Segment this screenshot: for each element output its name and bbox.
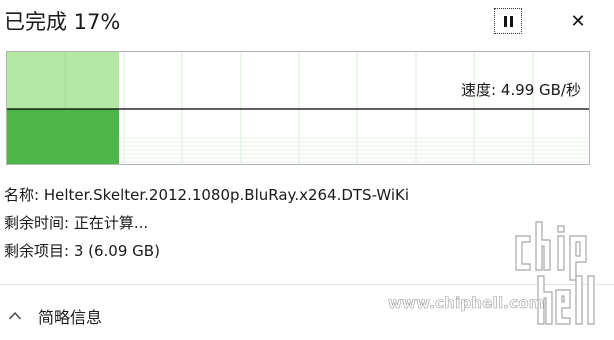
close-button[interactable]: ✕ (566, 9, 590, 33)
progress-fill-upper (7, 52, 119, 109)
items-remaining-label: 剩余项目: 3 (6.09 GB) (4, 242, 160, 260)
chiphell-watermark-logo (515, 221, 595, 325)
speed-label: 速度: 4.99 GB/秒 (461, 81, 581, 99)
speed-graph-canvas (7, 52, 589, 164)
fewer-details-label: 简略信息 (38, 308, 103, 327)
progress-fill-lower (7, 109, 119, 164)
pause-button[interactable] (494, 8, 522, 34)
transfer-speed-graph: 速度: 4.99 GB/秒 (6, 51, 590, 165)
fewer-details-toggle[interactable]: 简略信息 (8, 304, 102, 328)
time-remaining-label: 剩余时间: 正在计算... (4, 214, 149, 232)
file-name-label: 名称: Helter.Skelter.2012.1080p.BluRay.x26… (4, 186, 410, 204)
pause-icon-bar (509, 15, 513, 27)
file-copy-dialog: 已完成 17% ✕ 速度: 4.99 GB/秒 名称: Helter.Skelt… (0, 0, 614, 340)
watermark-url: www.chiphell.com (388, 294, 545, 313)
chevron-up-icon (8, 311, 22, 320)
pause-icon (503, 15, 507, 27)
progress-title: 已完成 17% (4, 10, 121, 34)
close-icon: ✕ (570, 10, 586, 32)
